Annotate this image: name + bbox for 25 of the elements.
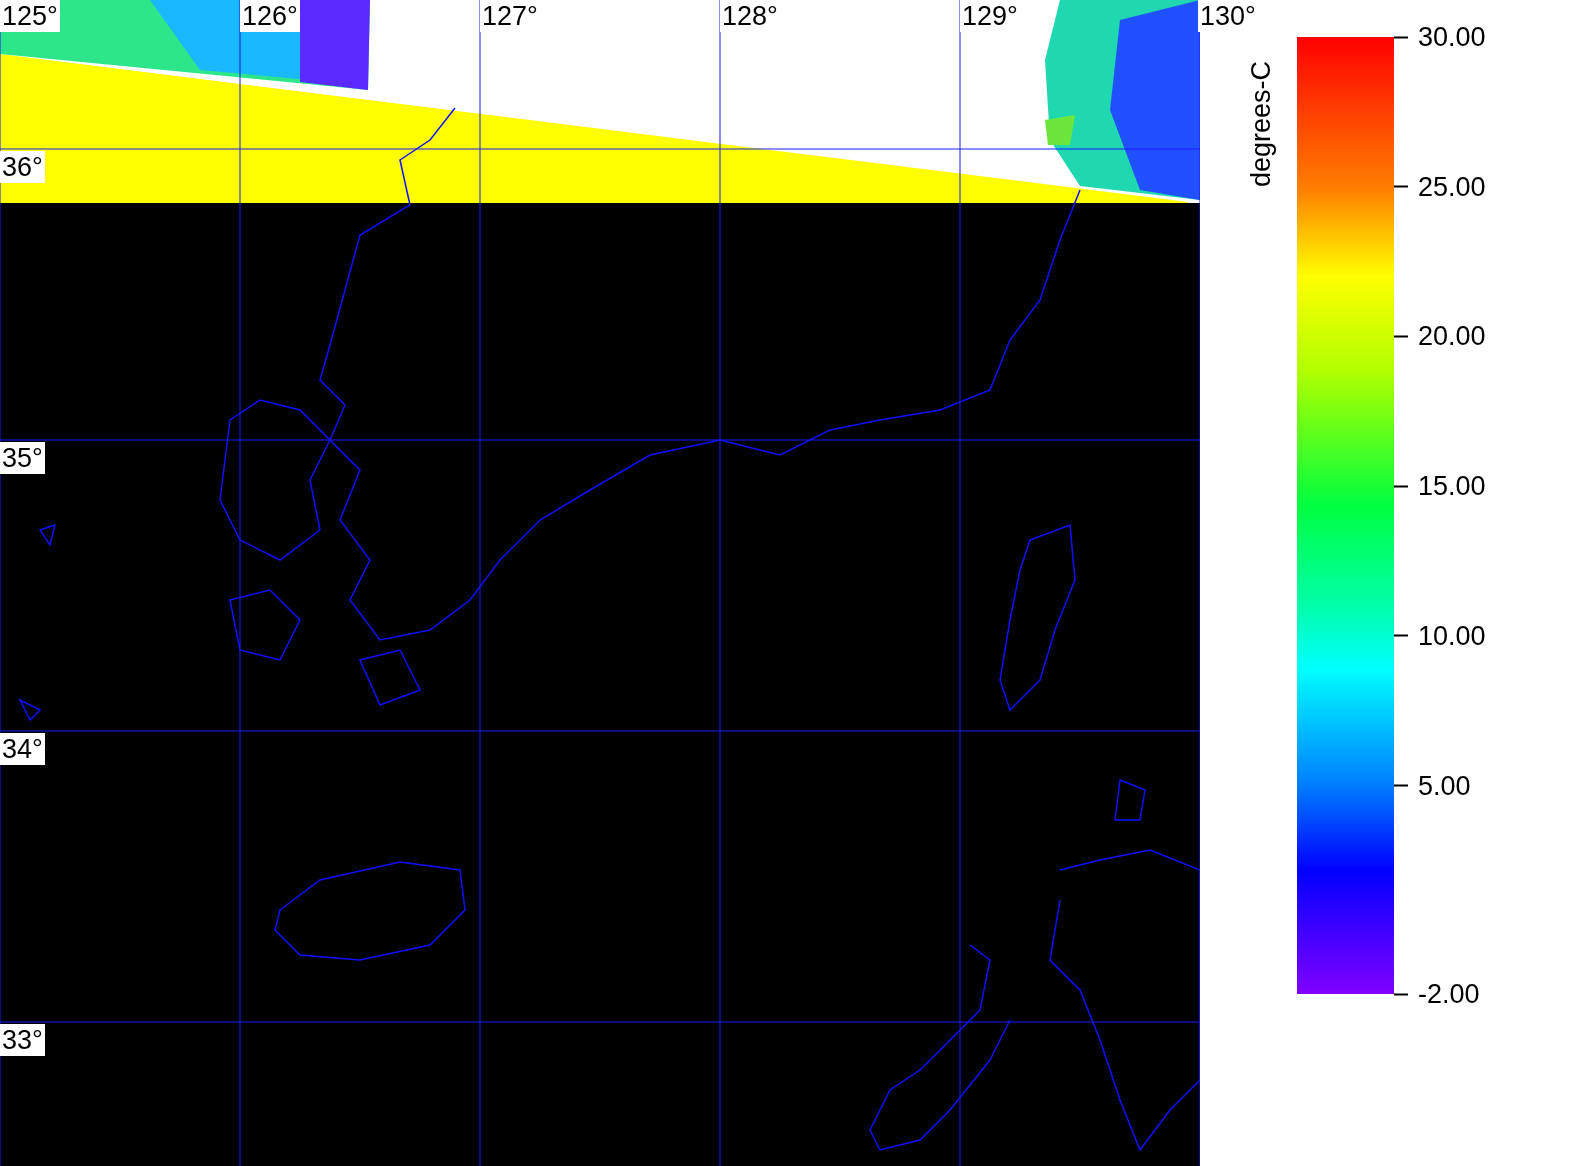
longitude-label: 125° [0,0,60,32]
longitude-label: 127° [480,0,540,32]
longitude-label: 129° [960,0,1020,32]
tick-label: 30.00 [1418,21,1486,53]
tick-label: 20.00 [1418,320,1486,352]
latitude-label: 35° [0,442,45,474]
tick-mark [1394,335,1408,338]
colorbar-title: degrees-C [1246,60,1277,187]
tick-mark [1394,36,1408,38]
tick-mark [1394,784,1408,787]
longitude-label: 130° [1198,0,1258,32]
tick-label: -2.00 [1418,978,1480,1010]
tick-label: 10.00 [1418,620,1486,652]
tick-mark [1394,993,1408,995]
latitude-label: 33° [0,1024,45,1056]
longitude-label: 126° [240,0,300,32]
tick-mark [1394,485,1408,488]
tick-label: 15.00 [1418,470,1486,502]
latitude-label: 34° [0,733,45,765]
tick-label: 25.00 [1418,171,1486,203]
tick-mark [1394,634,1408,637]
tick-label: 5.00 [1418,770,1471,801]
longitude-label: 128° [720,0,780,32]
latitude-label: 36° [0,151,45,183]
tick-mark [1394,185,1408,188]
